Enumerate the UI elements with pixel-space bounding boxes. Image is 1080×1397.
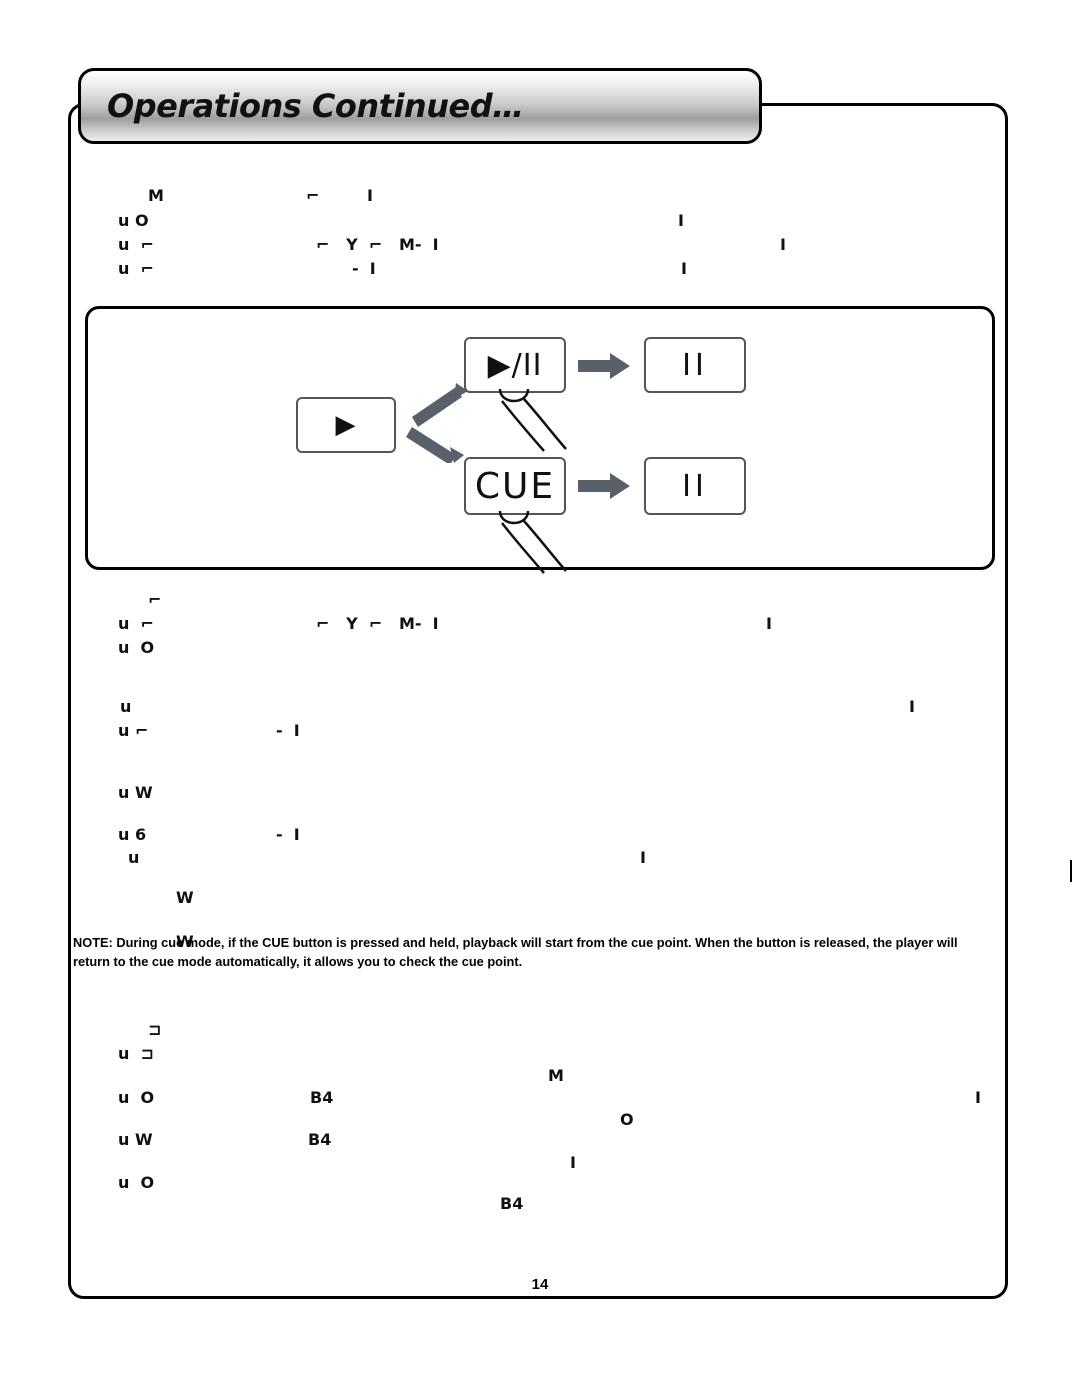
- text-fragment: u O: [118, 1088, 155, 1107]
- arrow-right-bottom-icon: [578, 473, 630, 499]
- text-fragment: ⌐ Y ⌐ M- I: [316, 614, 439, 633]
- text-fragment: u O: [118, 1173, 155, 1192]
- text-fragment: u ⌐: [118, 614, 154, 633]
- text-fragment: u: [128, 848, 140, 867]
- text-fragment: u: [120, 697, 132, 716]
- note-emphasis-cue: CUE: [262, 935, 290, 950]
- text-fragment: ⊐: [148, 1020, 162, 1039]
- play-pause-button-graphic[interactable]: ▶/II: [464, 337, 566, 393]
- page-border: [68, 103, 1008, 1299]
- section-title-banner: Operations Continued…: [78, 68, 762, 144]
- page-title: Operations Continued…: [107, 87, 524, 125]
- text-fragment: u ⊐: [118, 1044, 154, 1063]
- text-fragment: u ⌐: [118, 721, 149, 740]
- text-fragment: I: [766, 614, 772, 633]
- cue-button-graphic[interactable]: CUE: [464, 457, 566, 515]
- text-fragment: u ⌐: [118, 259, 154, 278]
- text-fragment: B4: [310, 1088, 334, 1107]
- button-flow-diagram: ▶ ▶/II II CUE II: [85, 306, 995, 574]
- text-fragment: O: [620, 1110, 634, 1129]
- text-fragment: I: [678, 211, 684, 230]
- text-fragment: I: [570, 1153, 576, 1172]
- text-fragment: I: [640, 848, 646, 867]
- note-paragraph: NOTE: During cue mode, if the CUE button…: [73, 934, 993, 971]
- text-fragment: u 6: [118, 825, 147, 844]
- page-edge-tick: [1070, 860, 1078, 882]
- finger-press-play-pause-icon: [498, 388, 567, 452]
- text-fragment: ⌐: [306, 186, 320, 205]
- text-fragment: B4: [308, 1130, 332, 1149]
- text-fragment: W: [176, 888, 194, 907]
- cue-label: CUE: [474, 465, 556, 507]
- pause-icon-bottom: II: [682, 468, 708, 504]
- note-prefix: NOTE:: [73, 935, 113, 950]
- text-fragment: I: [367, 186, 373, 205]
- bidirectional-arrow-icon: [406, 383, 468, 463]
- text-fragment: I: [780, 235, 786, 254]
- text-fragment: M: [548, 1066, 564, 1085]
- text-fragment: M: [148, 186, 164, 205]
- text-fragment: ⌐ Y ⌐ M- I: [316, 235, 439, 254]
- pause-button-top-graphic[interactable]: II: [644, 337, 746, 393]
- text-fragment: u W: [118, 1130, 153, 1149]
- play-icon: ▶: [335, 410, 357, 440]
- text-fragment: I: [681, 259, 687, 278]
- pause-icon-top: II: [682, 347, 708, 383]
- note-text-1: During cue mode, if the: [112, 935, 263, 950]
- text-fragment: - I: [276, 721, 300, 740]
- text-fragment: - I: [352, 259, 376, 278]
- finger-press-cue-icon: [498, 510, 567, 574]
- text-fragment: I: [975, 1088, 981, 1107]
- text-fragment: I: [909, 697, 915, 716]
- text-fragment: u W: [118, 783, 153, 802]
- arrow-right-top-icon: [578, 353, 630, 379]
- page-number: 14: [531, 1276, 549, 1293]
- play-button-graphic[interactable]: ▶: [296, 397, 396, 453]
- text-fragment: - I: [276, 825, 300, 844]
- text-fragment: B4: [500, 1194, 524, 1213]
- text-fragment: u ⌐: [118, 235, 154, 254]
- text-fragment: u O: [118, 211, 149, 230]
- text-fragment: ⌐: [148, 590, 162, 609]
- play-pause-icon: ▶/II: [487, 347, 543, 383]
- text-fragment: u O: [118, 638, 155, 657]
- pause-button-bottom-graphic[interactable]: II: [644, 457, 746, 515]
